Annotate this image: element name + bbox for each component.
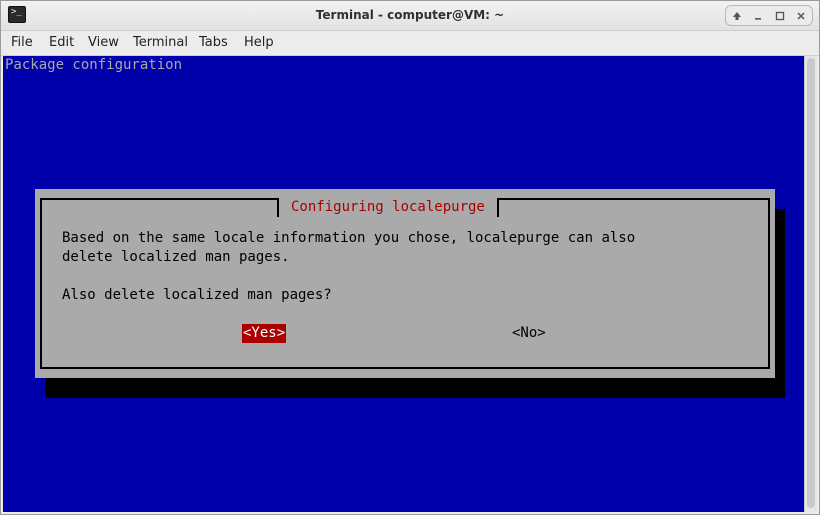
menu-terminal[interactable]: Terminal: [133, 35, 188, 50]
dialog-question: Also delete localized man pages?: [62, 287, 332, 303]
dialog-body-line-2: delete localized man pages.: [62, 249, 290, 265]
dialog-title: Configuring localepurge: [277, 198, 499, 217]
maximize-icon[interactable]: [771, 8, 789, 24]
up-arrow-icon[interactable]: [728, 8, 746, 24]
window-controls: [725, 5, 813, 26]
dialog-body-line-1: Based on the same locale information you…: [62, 230, 636, 246]
menu-help[interactable]: Help: [244, 35, 274, 50]
backtitle: Package configuration: [5, 57, 183, 73]
scrollbar-thumb[interactable]: [807, 58, 815, 508]
yes-button[interactable]: <Yes>: [242, 324, 287, 343]
close-icon[interactable]: [792, 8, 810, 24]
menu-edit[interactable]: Edit: [49, 35, 74, 50]
menu-bar: File Edit View Terminal Tabs Help: [1, 31, 819, 56]
terminal-window: >_ Terminal - computer@VM: ~ File Edit V…: [0, 0, 820, 515]
vertical-scrollbar[interactable]: [804, 56, 817, 512]
menu-view[interactable]: View: [88, 35, 119, 50]
dialog-frame: Configuring localepurge Based on the sam…: [40, 198, 770, 369]
config-dialog: Configuring localepurge Based on the sam…: [35, 189, 775, 378]
minimize-icon[interactable]: [749, 8, 767, 24]
title-bar[interactable]: >_ Terminal - computer@VM: ~: [1, 1, 819, 31]
no-button[interactable]: <No>: [512, 324, 546, 343]
menu-tabs[interactable]: Tabs: [199, 35, 228, 50]
terminal-area[interactable]: Package configuration Configuring locale…: [3, 56, 804, 512]
window-title: Terminal - computer@VM: ~: [315, 8, 505, 22]
menu-file[interactable]: File: [11, 35, 33, 50]
